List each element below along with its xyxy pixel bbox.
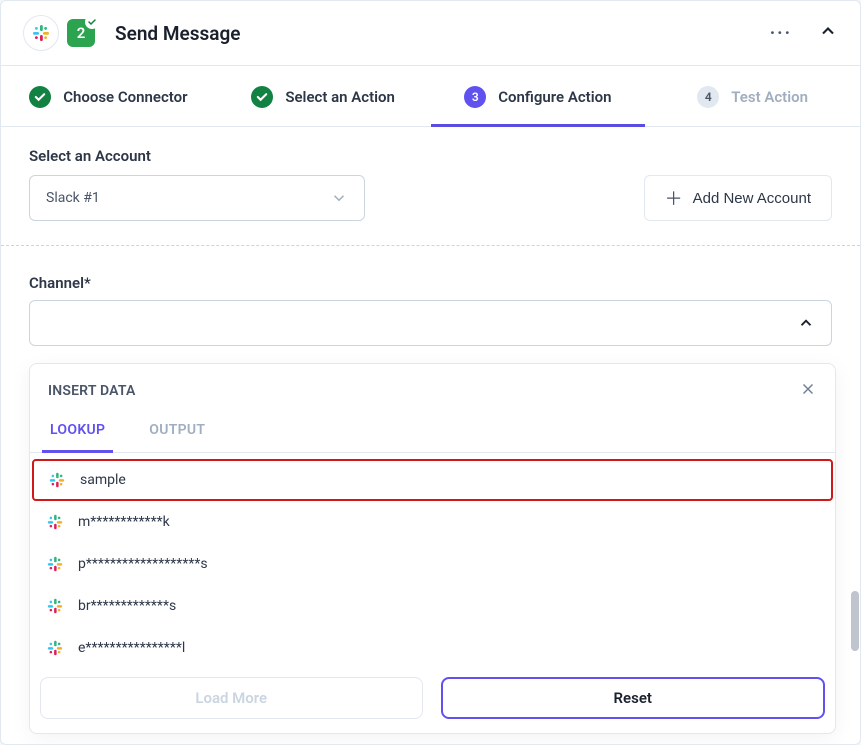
step-label: Choose Connector — [63, 88, 187, 106]
step-label: Select an Action — [285, 88, 395, 106]
scrollbar[interactable] — [851, 591, 859, 651]
account-section-label: Select an Account — [29, 147, 832, 165]
step-label: Configure Action — [498, 88, 611, 106]
slack-icon — [23, 15, 59, 51]
plus-icon: ＋ — [665, 185, 683, 211]
close-popover-button[interactable] — [799, 380, 817, 402]
lookup-item[interactable]: br*************s — [32, 585, 833, 627]
add-account-label: Add New Account — [693, 190, 811, 207]
popover-footer: Load More Reset — [30, 663, 835, 733]
check-icon — [29, 86, 51, 108]
slack-icon — [46, 639, 64, 657]
account-selected-value: Slack #1 — [46, 190, 100, 206]
tab-lookup[interactable]: LOOKUP — [48, 412, 107, 452]
lookup-item-label: sample — [80, 472, 126, 488]
panel-header: 2 Send Message ··· — [1, 1, 860, 66]
check-icon — [251, 86, 273, 108]
reset-button[interactable]: Reset — [441, 677, 826, 719]
step-number-badge: 2 — [67, 19, 95, 47]
step-select-action[interactable]: Select an Action — [216, 66, 431, 126]
channel-field-label: Channel* — [29, 274, 832, 292]
step-configure-action[interactable]: 3 Configure Action — [431, 66, 646, 126]
lookup-item[interactable]: e****************l — [32, 627, 833, 663]
step-number-icon: 4 — [697, 86, 719, 108]
step-number: 2 — [77, 24, 86, 42]
load-more-button[interactable]: Load More — [40, 677, 423, 719]
chevron-down-icon — [330, 189, 348, 207]
slack-icon — [46, 513, 64, 531]
lookup-item-label: br*************s — [78, 598, 176, 614]
account-select[interactable]: Slack #1 — [29, 175, 365, 221]
insert-data-popover: INSERT DATA LOOKUP OUTPUT sample m******… — [29, 363, 836, 734]
slack-icon — [46, 555, 64, 573]
wizard-steps: Choose Connector Select an Action 3 Conf… — [1, 66, 860, 127]
close-icon — [799, 380, 817, 398]
insert-data-tabs: LOOKUP OUTPUT — [30, 412, 835, 453]
collapse-panel-button[interactable] — [818, 21, 838, 45]
page-title: Send Message — [115, 22, 240, 45]
lookup-item-label: m************k — [78, 514, 170, 530]
chevron-up-icon — [797, 314, 815, 332]
more-options-button[interactable]: ··· — [770, 23, 792, 44]
lookup-list: sample m************k p*****************… — [30, 453, 835, 663]
lookup-item-label: e****************l — [78, 640, 185, 656]
slack-icon — [48, 471, 66, 489]
workflow-panel: 2 Send Message ··· Choose Connector Sele… — [0, 0, 861, 745]
channel-select[interactable] — [29, 300, 832, 346]
step-choose-connector[interactable]: Choose Connector — [1, 66, 216, 126]
lookup-item[interactable]: sample — [32, 459, 833, 501]
step-label: Test Action — [731, 88, 808, 106]
step-number-icon: 3 — [464, 86, 486, 108]
add-account-button[interactable]: ＋ Add New Account — [644, 175, 832, 221]
status-check-icon — [85, 15, 99, 29]
account-row: Slack #1 ＋ Add New Account — [29, 175, 832, 221]
step-test-action[interactable]: 4 Test Action — [645, 66, 860, 126]
panel-body: Select an Account Slack #1 ＋ Add New Acc… — [1, 127, 860, 744]
lookup-item[interactable]: m************k — [32, 501, 833, 543]
lookup-item-label: p*******************s — [78, 556, 208, 572]
lookup-item[interactable]: p*******************s — [32, 543, 833, 585]
tab-output[interactable]: OUTPUT — [147, 412, 207, 452]
insert-data-title: INSERT DATA — [48, 383, 136, 399]
slack-icon — [46, 597, 64, 615]
divider — [1, 245, 860, 246]
